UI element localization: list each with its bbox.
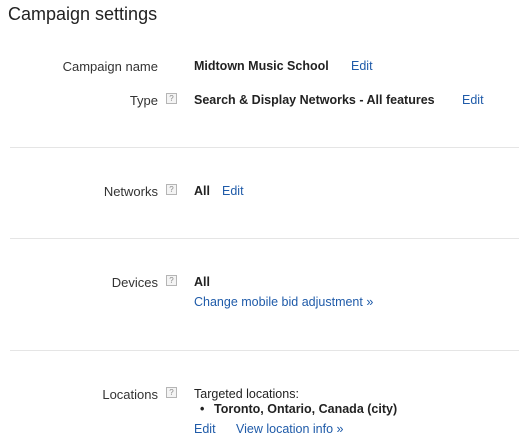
campaign-name-edit-link[interactable]: Edit (351, 59, 373, 73)
location-bullet-icon: • (200, 402, 205, 416)
type-value: Search & Display Networks - All features (194, 93, 435, 107)
locations-label: Locations (102, 387, 158, 402)
locations-edit-link[interactable]: Edit (194, 422, 216, 436)
locations-help-icon[interactable]: ? (166, 387, 177, 398)
campaign-name-label: Campaign name (62, 59, 158, 74)
networks-help-icon[interactable]: ? (166, 184, 177, 195)
networks-label: Networks (103, 184, 158, 199)
type-edit-link[interactable]: Edit (462, 93, 484, 107)
change-mobile-bid-adjustment-link[interactable]: Change mobile bid adjustment » (194, 295, 373, 309)
page-title: Campaign settings (8, 4, 158, 24)
type-help-icon[interactable]: ? (166, 93, 177, 104)
targeted-locations-heading: Targeted locations: (194, 387, 299, 401)
networks-value: All (194, 184, 210, 198)
view-location-info-link[interactable]: View location info » (236, 422, 343, 436)
campaign-settings-page: Campaign settings Campaign name Midtown … (0, 0, 519, 448)
devices-label: Devices (111, 275, 158, 290)
section-divider (10, 350, 519, 351)
devices-value: All (194, 275, 210, 289)
type-label: Type (129, 93, 158, 108)
devices-help-icon[interactable]: ? (166, 275, 177, 286)
networks-edit-link[interactable]: Edit (222, 184, 244, 198)
campaign-name-value: Midtown Music School (194, 59, 329, 73)
section-divider (10, 238, 519, 239)
location-item: Toronto, Ontario, Canada (city) (214, 402, 398, 416)
section-divider (10, 147, 519, 148)
